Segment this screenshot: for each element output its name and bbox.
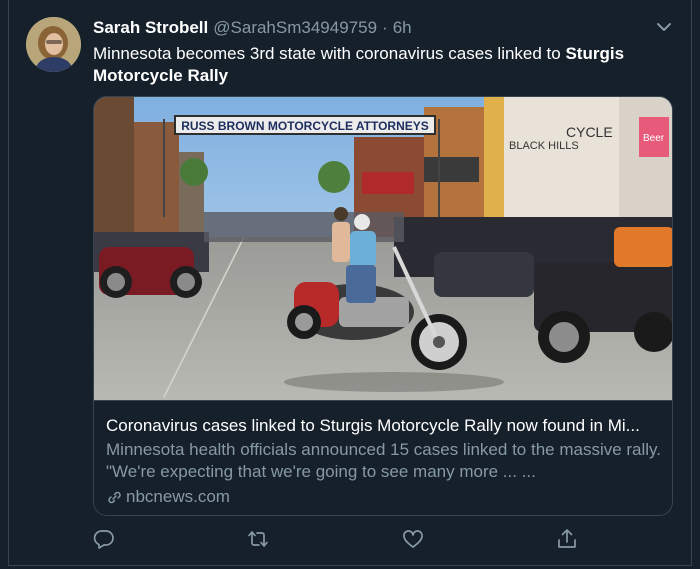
card-body[interactable]: Coronavirus cases linked to Sturgis Moto… <box>94 400 672 515</box>
tweet-text-plain: Minnesota becomes 3rd state with coronav… <box>93 44 566 63</box>
card-image[interactable]: Beer BLACK HILLS CYCLE RUSS BROWN MOTORC… <box>94 97 672 400</box>
author-name[interactable]: Sarah Strobell <box>93 18 208 38</box>
shop-sign-text-2: CYCLE <box>566 124 613 140</box>
tweet-text: Minnesota becomes 3rd state with coronav… <box>93 43 678 87</box>
tweet-time[interactable]: 6h <box>393 18 412 38</box>
avatar[interactable] <box>26 17 81 72</box>
author-handle[interactable]: @SarahSm34949759 <box>213 18 377 38</box>
card-title[interactable]: Coronavirus cases linked to Sturgis Moto… <box>106 415 662 437</box>
heart-icon[interactable] <box>402 528 424 550</box>
card-description: Minnesota health officials announced 15 … <box>106 440 662 481</box>
beer-sign-text: Beer <box>643 133 665 144</box>
reply-icon[interactable] <box>93 528 115 550</box>
tweet-header: Sarah Strobell @SarahSm34949759 · 6h <box>93 18 412 40</box>
card-domain-text: nbcnews.com <box>126 487 230 506</box>
card-domain[interactable]: nbcnews.com <box>106 486 230 508</box>
retweet-icon[interactable] <box>247 528 269 550</box>
separator-dot: · <box>382 18 388 37</box>
link-icon <box>108 491 121 503</box>
share-icon[interactable] <box>556 528 578 550</box>
banner-text: RUSS BROWN MOTORCYCLE ATTORNEYS <box>181 119 429 133</box>
shop-sign-text: BLACK HILLS <box>509 140 579 152</box>
tweet-actions <box>0 528 700 550</box>
chevron-down-icon[interactable] <box>655 20 673 34</box>
link-card[interactable]: Beer BLACK HILLS CYCLE RUSS BROWN MOTORC… <box>93 96 673 516</box>
